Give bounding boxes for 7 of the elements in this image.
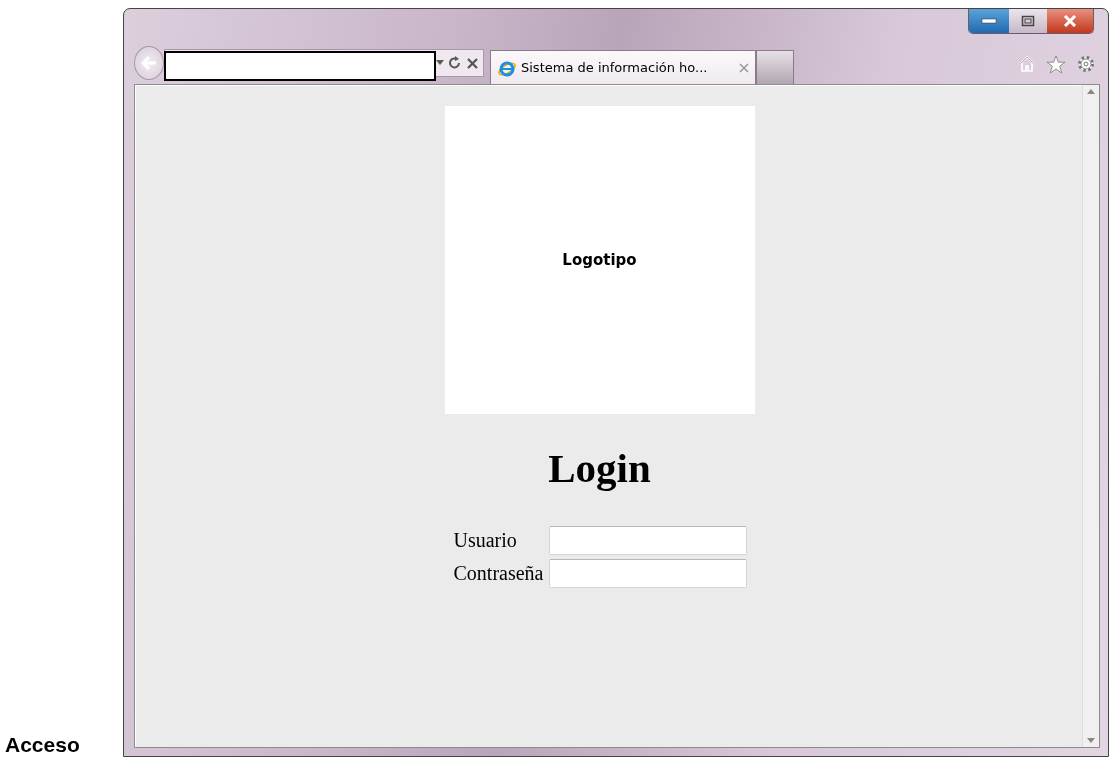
browser-tab[interactable]: Sistema de información ho... (490, 50, 756, 84)
tab-title: Sistema de información ho... (521, 60, 708, 75)
caption: Acceso (5, 733, 80, 757)
heading: Login (548, 444, 651, 492)
logo-text: Logotipo (562, 251, 637, 269)
field-label: Usuario (453, 529, 518, 552)
field-label: Contraseña (453, 562, 544, 585)
